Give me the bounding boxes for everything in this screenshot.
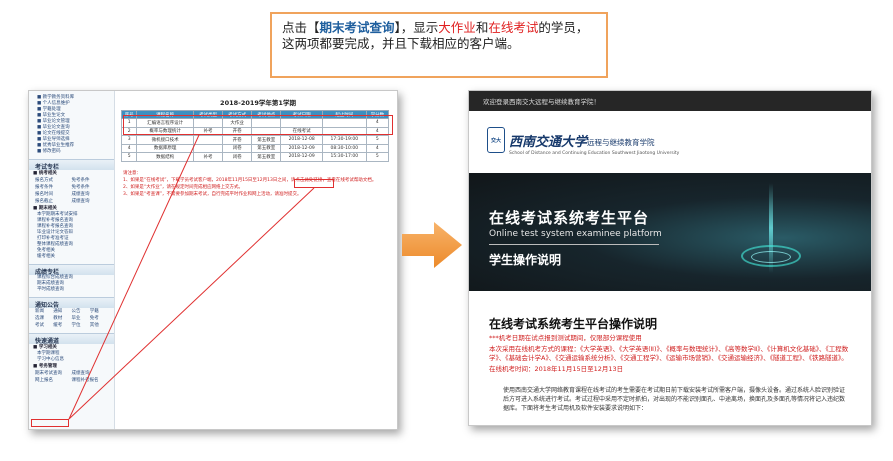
callout-text-pre: 点击【 [282, 20, 320, 35]
brand-header: 交大 西南交通大学 远程与继续教育学院 School of Distance a… [469, 111, 871, 173]
hero-subtitle: 学生操作说明 [489, 253, 562, 267]
doc-title: 在线考试系统考生平台操作说明 [489, 317, 658, 331]
hero-divider [489, 244, 659, 245]
connector-lines [68, 134, 315, 420]
college-english-name: School of Distance and Continuing Educat… [509, 151, 680, 156]
callout-text-mid2: 和 [475, 20, 489, 35]
callout-red-online-exam: 在线考试 [488, 20, 539, 35]
doc-red-line: ***机考日期在试点报到测试期间，仅限部分课程使用 [489, 334, 642, 342]
college-name: 远程与继续教育学院 [587, 138, 655, 147]
doc-red-line: 在线机考时间：2018年11月15日至12月13日 [489, 365, 624, 373]
doc-red-notes: ***机考日期在试点报到测试期间，仅限部分课程使用本次采用在线机考方式的课程：《… [469, 332, 871, 374]
instruction-callout: 点击【期末考试查询】，显示大作业和在线考试的学员，这两项都要完成，并且下载相应的… [270, 12, 608, 78]
hero-banner: 在线考试系统考生平台 Online test system examinee p… [469, 173, 871, 291]
callout-text-mid1: 】，显示 [394, 20, 439, 35]
inner-ring-decoration [751, 251, 791, 263]
callout-keyword: 期末考试查询 [319, 20, 395, 35]
right-arrow-icon [402, 222, 462, 268]
doc-body: 使用西南交通大学网络教育课程在线考试的考生需要在考试期日前下载安装考试所需客户端… [503, 387, 846, 412]
welcome-bar: 欢迎登录西南交大远程与继续教育学院！ [469, 91, 871, 111]
hero-title: 在线考试系统考生平台 [489, 209, 650, 227]
left-screenshot: ■ 教学教务资料库 ■ 个人信息维护 ■ 学籍处理 ■ 毕业生论文 ■ 毕业论文管理 ■ … [28, 90, 398, 430]
right-screenshot: 欢迎登录西南交大远程与继续教育学院！ 交大 西南交通大学 远程与继续教育学院 S… [468, 90, 872, 426]
university-name: 西南交通大学 [509, 135, 588, 150]
doc-red-line: 本次采用在线机考方式的课程：《大学英语》、《大学英语(Ⅱ)》、《概率与数理统计》… [489, 345, 849, 362]
university-seal-icon: 交大 [487, 127, 505, 153]
hero-english-title: Online test system examinee platform [489, 229, 662, 239]
callout-red-homework: 大作业 [438, 20, 476, 35]
